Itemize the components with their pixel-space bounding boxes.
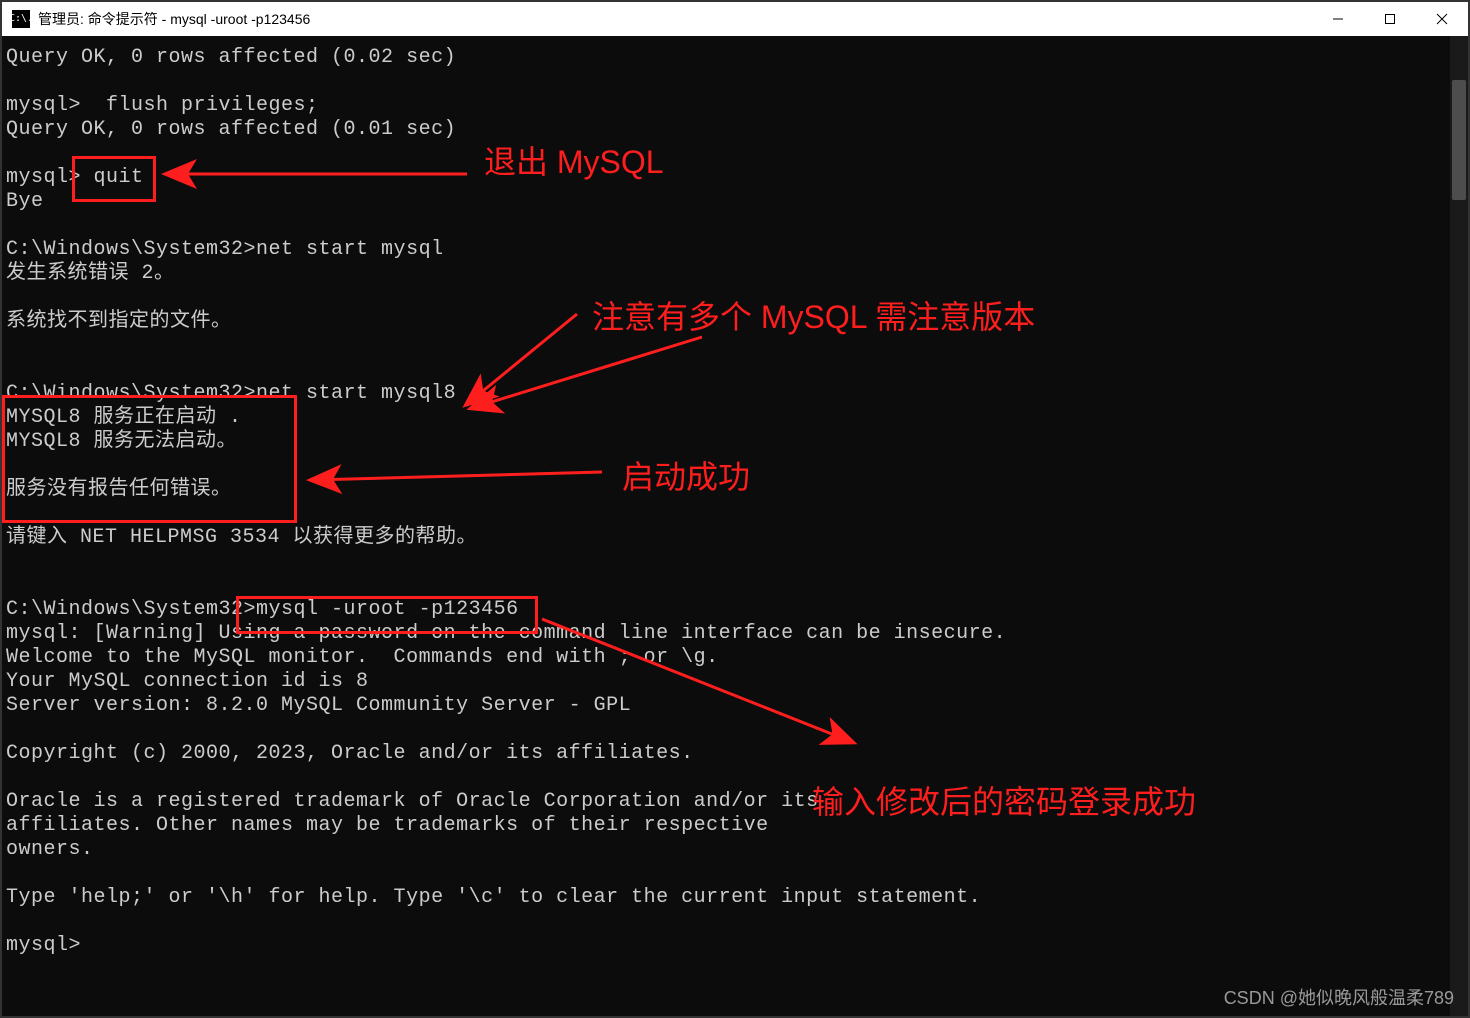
annotation-quit: 退出 MySQL [484, 137, 664, 183]
highlight-box-login-cmd [236, 596, 538, 634]
csdn-watermark: CSDN @她似晚风般温柔789 [1224, 984, 1454, 1010]
minimize-button[interactable] [1312, 2, 1364, 36]
titlebar[interactable]: C:\. 管理员: 命令提示符 - mysql -uroot -p123456 [2, 2, 1468, 36]
annotation-version: 注意有多个 MySQL 需注意版本 [592, 292, 1035, 338]
close-button[interactable] [1416, 2, 1468, 36]
highlight-box-quit [72, 156, 156, 202]
cmd-icon: C:\. [12, 10, 30, 28]
command-prompt-window: C:\. 管理员: 命令提示符 - mysql -uroot -p123456 … [0, 0, 1470, 1018]
annotation-start-ok: 启动成功 [622, 452, 750, 498]
annotation-login-ok: 输入修改后的密码登录成功 [812, 777, 1196, 823]
terminal-output[interactable]: Query OK, 0 rows affected (0.02 sec) mys… [2, 36, 1450, 1016]
window-title: 管理员: 命令提示符 - mysql -uroot -p123456 [38, 9, 310, 29]
maximize-button[interactable] [1364, 2, 1416, 36]
vertical-scrollbar[interactable] [1450, 36, 1468, 1016]
highlight-box-mysql8-start [2, 395, 297, 523]
scrollbar-thumb[interactable] [1452, 80, 1466, 200]
